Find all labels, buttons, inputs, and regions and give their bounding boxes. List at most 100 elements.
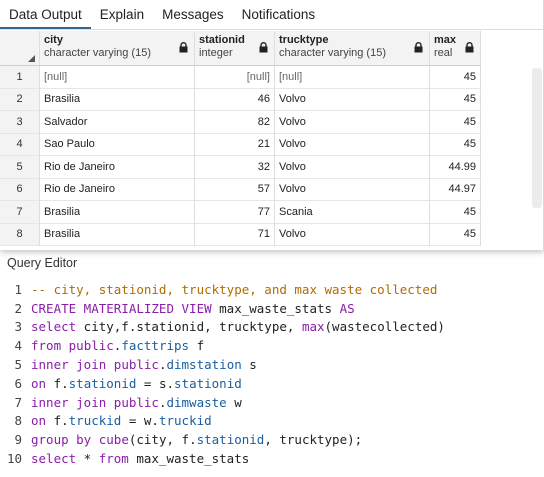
cell-max[interactable]: 44.97 [430,178,481,201]
table-row[interactable]: 1 [null] [null] [null] 45 [0,66,481,89]
table-row[interactable]: 8 Brasilia 71 Volvo 45 [0,223,481,246]
column-header-trucktype[interactable]: trucktype character varying (15) [275,31,430,65]
code-line[interactable]: 3 select city,f.stationid, trucktype, max… [0,318,544,337]
code-token: max_waste_stats [128,451,250,467]
cell-stationid[interactable]: 77 [195,201,275,224]
column-name: trucktype [279,34,329,46]
cell-max[interactable]: 45 [430,66,481,89]
cell-trucktype[interactable]: Scania [275,201,430,224]
table-row[interactable]: 7 Brasilia 77 Scania 45 [0,201,481,224]
row-number[interactable]: 4 [0,133,40,156]
cell-stationid[interactable]: 46 [195,88,275,111]
cell-max[interactable]: 45 [430,201,481,224]
tab-data-output[interactable]: Data Output [0,7,91,29]
code-token: stationid [196,432,265,448]
row-number[interactable]: 6 [0,178,40,201]
code-line[interactable]: 2 CREATE MATERIALIZED VIEW max_waste_stat… [0,299,544,318]
line-number: 6 [14,375,22,391]
cell-city[interactable]: Brasilia [40,201,195,224]
code-text: on f.stationid = s.stationid [30,376,242,391]
column-name: stationid [199,34,245,46]
cell-max[interactable]: 44.99 [430,156,481,179]
code-token: from [98,451,129,467]
cell-stationid[interactable]: 21 [195,133,275,156]
cell-trucktype[interactable]: Volvo [275,156,430,179]
code-text: inner join public.dimstation s [30,357,257,372]
cell-city[interactable]: Rio de Janeiro [40,178,195,201]
query-editor-title: Query Editor [7,256,78,270]
grid-scrollbar[interactable] [532,68,542,208]
row-number[interactable]: 7 [0,201,40,224]
cell-max[interactable]: 45 [430,133,481,156]
column-header-stationid[interactable]: stationid integer [195,31,275,65]
cell-trucktype[interactable]: Volvo [275,223,430,246]
code-token: truckid [68,413,122,429]
row-number[interactable]: 2 [0,88,40,111]
cell-trucktype[interactable]: Volvo [275,111,430,134]
table-row[interactable]: 6 Rio de Janeiro 57 Volvo 44.97 [0,178,481,201]
lock-icon [179,42,188,53]
table-row[interactable]: 2 Brasilia 46 Volvo 45 [0,88,481,111]
cell-max[interactable]: 45 [430,88,481,111]
code-text: group by cube(city, f.stationid, truckty… [30,432,362,447]
cell-trucktype[interactable]: Volvo [275,88,430,111]
grid-header-row: city character varying (15) stationid in… [0,31,481,66]
code-token: (wastecollected) [324,319,445,335]
result-tabs: Data Output Explain Messages Notificatio… [0,0,543,30]
code-token: inner join [31,357,107,373]
cell-stationid[interactable]: 82 [195,111,275,134]
table-row[interactable]: 5 Rio de Janeiro 32 Volvo 44.99 [0,156,481,179]
table-row[interactable]: 4 Sao Paulo 21 Volvo 45 [0,133,481,156]
code-line[interactable]: 9 group by cube(city, f.stationid, truckt… [0,430,544,449]
code-token: max_waste_stats [211,300,340,316]
cell-stationid[interactable]: 32 [195,156,275,179]
code-token: CREATE MATERIALIZED VIEW [31,300,212,316]
cell-trucktype[interactable]: [null] [275,66,430,89]
code-token: facttrips [121,338,190,354]
query-editor[interactable]: 1 -- city, stationid, trucktype, and max … [0,280,544,477]
column-header-max[interactable]: max real [430,31,481,65]
cell-stationid[interactable]: 57 [195,178,275,201]
code-text: from public.facttrips f [30,338,204,353]
line-number: 7 [14,394,22,410]
code-text: inner join public.dimwaste w [30,395,242,410]
cell-city[interactable]: Brasilia [40,88,195,111]
row-number[interactable]: 8 [0,223,40,246]
row-number[interactable]: 3 [0,111,40,134]
cell-stationid[interactable]: [null] [195,66,275,89]
column-type: real [434,47,453,59]
code-token: stationid [68,375,137,391]
cell-trucktype[interactable]: Volvo [275,178,430,201]
table-row[interactable]: 3 Salvador 82 Volvo 45 [0,111,481,134]
tab-notifications[interactable]: Notifications [233,7,325,29]
tab-messages[interactable]: Messages [153,7,233,29]
line-number: 9 [14,432,22,448]
code-line[interactable]: 4 from public.facttrips f [0,336,544,355]
cell-city[interactable]: [null] [40,66,195,89]
cell-max[interactable]: 45 [430,223,481,246]
cell-max[interactable]: 45 [430,111,481,134]
grid-body: 1 [null] [null] [null] 45 2 Brasilia 46 Volvo 45 3… [0,66,481,246]
code-token: AS [339,300,355,316]
row-number[interactable]: 1 [0,66,40,89]
cell-city[interactable]: Brasilia [40,223,195,246]
code-line[interactable]: 1 -- city, stationid, trucktype, and max … [0,280,544,299]
code-line[interactable]: 10 select * from max_waste_stats [0,449,544,468]
cell-city[interactable]: Salvador [40,111,195,134]
code-token: inner join [31,394,107,410]
cell-city[interactable]: Rio de Janeiro [40,156,195,179]
cell-trucktype[interactable]: Volvo [275,133,430,156]
code-line[interactable]: 7 inner join public.dimwaste w [0,393,544,412]
code-token: f. [46,413,69,429]
tab-explain[interactable]: Explain [91,7,153,29]
row-number[interactable]: 5 [0,156,40,179]
code-line[interactable]: 8 on f.truckid = w.truckid [0,412,544,431]
line-number: 3 [14,319,22,335]
select-all-corner[interactable] [0,31,40,65]
cell-stationid[interactable]: 71 [195,223,275,246]
cell-city[interactable]: Sao Paulo [40,133,195,156]
column-header-city[interactable]: city character varying (15) [40,31,195,65]
code-line[interactable]: 6 on f.stationid = s.stationid [0,374,544,393]
code-line[interactable]: 5 inner join public.dimstation s [0,355,544,374]
